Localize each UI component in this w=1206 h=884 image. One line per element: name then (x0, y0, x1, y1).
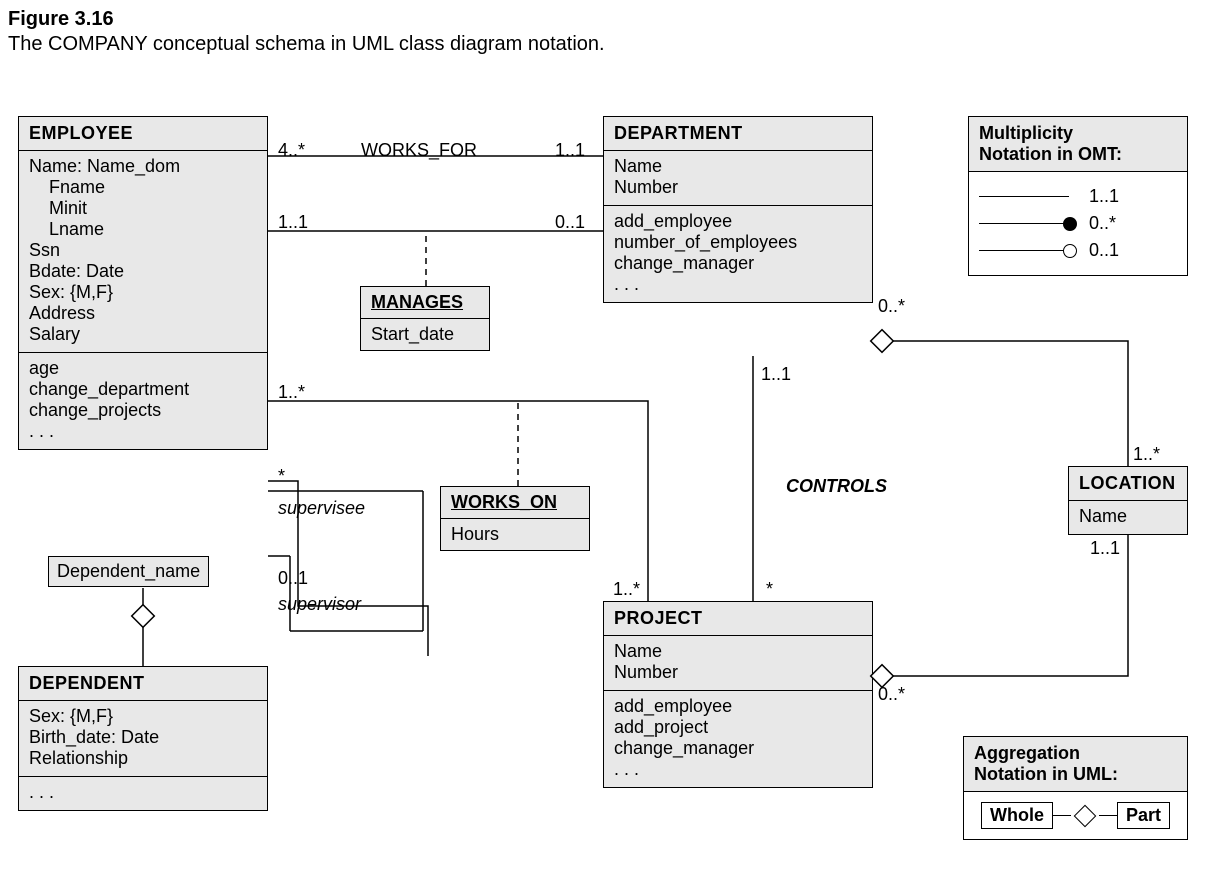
class-location-title: LOCATION (1069, 467, 1187, 501)
mult-projloc-loc: 1..1 (1090, 538, 1120, 559)
mult-super-01: 0..1 (278, 568, 308, 589)
mult-deptloc-dept: 0..* (878, 296, 905, 317)
legend-omt-label-1: 1..1 (1089, 186, 1119, 207)
mult-controls-proj: * (766, 579, 773, 600)
role-supervisee: supervisee (278, 498, 365, 519)
legend-omt-row-1: 1..1 (979, 186, 1177, 207)
mult-workson-proj: 1..* (613, 579, 640, 600)
mult-deptloc-loc: 1..* (1133, 444, 1160, 465)
class-department: DEPARTMENT Name Number add_employee numb… (603, 116, 873, 303)
mult-works-for-emp: 4..* (278, 140, 305, 161)
figure-title: Figure 3.16 (8, 8, 1198, 31)
assoc-manages-attr: Start_date (361, 319, 489, 350)
assoc-works-on-attr: Hours (441, 519, 589, 550)
class-employee-title: EMPLOYEE (19, 117, 267, 151)
class-employee-ops: age change_department change_projects . … (29, 357, 257, 443)
mult-super-star: * (278, 466, 285, 487)
class-location: LOCATION Name (1068, 466, 1188, 535)
label-controls: CONTROLS (786, 476, 887, 497)
role-supervisor: supervisor (278, 594, 361, 615)
label-works-for: WORKS_FOR (361, 140, 477, 161)
legend-agg-title: Aggregation Notation in UML: (964, 737, 1187, 792)
legend-agg-whole: Whole (981, 802, 1053, 829)
qualifier-dependent-name: Dependent_name (48, 556, 209, 587)
legend-omt-label-3: 0..1 (1089, 240, 1119, 261)
class-dependent: DEPENDENT Sex: {M,F} Birth_date: Date Re… (18, 666, 268, 811)
mult-controls-dept: 1..1 (761, 364, 791, 385)
class-employee: EMPLOYEE Name: Name_dom Fname Minit Lnam… (18, 116, 268, 450)
mult-projloc-proj: 0..* (878, 684, 905, 705)
class-dependent-title: DEPENDENT (19, 667, 267, 701)
class-department-ops: add_employee number_of_employees change_… (614, 210, 862, 296)
mult-workson-emp: 1..* (278, 382, 305, 403)
assoc-works-on-title: WORKS_ON (441, 487, 589, 519)
legend-omt-label-2: 0..* (1089, 213, 1116, 234)
mult-works-for-dept: 1..1 (555, 140, 585, 161)
legend-aggregation: Aggregation Notation in UML: Whole Part (963, 736, 1188, 840)
mult-manages-dept: 0..1 (555, 212, 585, 233)
class-employee-attrs: Name: Name_dom Fname Minit Lname Ssn Bda… (29, 155, 257, 346)
legend-agg-part: Part (1117, 802, 1170, 829)
legend-omt: Multiplicity Notation in OMT: 1..1 0..* … (968, 116, 1188, 276)
class-location-attr: Name (1079, 505, 1177, 528)
assoc-class-manages: MANAGES Start_date (360, 286, 490, 351)
legend-omt-row-2: 0..* (979, 213, 1177, 234)
class-dependent-attrs: Sex: {M,F} Birth_date: Date Relationship (29, 705, 257, 770)
class-project-attrs: Name Number (614, 640, 862, 684)
figure-caption: The COMPANY conceptual schema in UML cla… (8, 33, 1198, 56)
class-project-title: PROJECT (604, 602, 872, 636)
class-project-ops: add_employee add_project change_manager … (614, 695, 862, 781)
assoc-class-works-on: WORKS_ON Hours (440, 486, 590, 551)
class-department-attrs: Name Number (614, 155, 862, 199)
diamond-icon (1074, 804, 1097, 827)
mult-manages-emp: 1..1 (278, 212, 308, 233)
uml-diagram: EMPLOYEE Name: Name_dom Fname Minit Lnam… (8, 96, 1198, 876)
class-department-title: DEPARTMENT (604, 117, 872, 151)
class-project: PROJECT Name Number add_employee add_pro… (603, 601, 873, 788)
assoc-manages-title: MANAGES (361, 287, 489, 319)
legend-omt-title: Multiplicity Notation in OMT: (969, 117, 1187, 172)
class-dependent-ops: . . . (29, 781, 257, 804)
legend-omt-row-3: 0..1 (979, 240, 1177, 261)
